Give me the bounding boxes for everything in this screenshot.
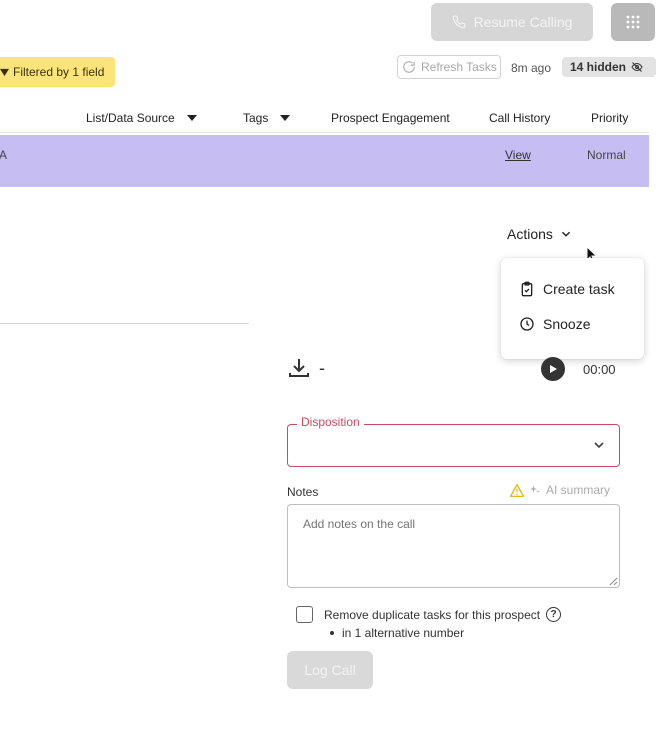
actions-label: Actions: [507, 226, 553, 242]
ai-summary-label: AI summary: [546, 483, 611, 497]
bullet-dot: [330, 631, 334, 635]
download-icon: [289, 359, 309, 377]
actions-menu: Create task Snooze: [501, 258, 644, 359]
column-header-label: Tags: [243, 111, 269, 125]
column-header-tags[interactable]: Tags: [243, 111, 291, 125]
menu-item-label: Snooze: [543, 316, 591, 332]
clock-icon: [520, 317, 534, 331]
remove-duplicates-label-row: Remove duplicate tasks for this prospect…: [324, 607, 562, 622]
resize-handle-icon[interactable]: [608, 576, 618, 586]
phone-icon: [452, 15, 465, 29]
header-divider: [0, 132, 649, 133]
remove-duplicates-label: Remove duplicate tasks for this prospect: [324, 607, 541, 622]
refresh-icon: [403, 61, 415, 73]
remove-duplicates-checkbox[interactable]: [296, 606, 313, 623]
column-header-prospect-engagement[interactable]: Prospect Engagement: [331, 111, 450, 125]
clipboard-check-icon: [521, 281, 533, 297]
log-call-label: Log Call: [304, 662, 356, 678]
alt-number-note: in 1 alternative number: [330, 626, 464, 640]
row-cell-partial: A: [0, 148, 8, 162]
menu-item-snooze[interactable]: Snooze: [519, 316, 590, 332]
dialpad-button[interactable]: [611, 3, 655, 41]
resume-calling-label: Resume Calling: [473, 14, 573, 30]
alt-number-text: in 1 alternative number: [342, 626, 465, 640]
ai-summary-control[interactable]: AI summary: [510, 483, 610, 497]
play-button[interactable]: [541, 357, 565, 381]
column-header-call-history[interactable]: Call History: [489, 111, 550, 125]
help-icon[interactable]: ?: [546, 607, 562, 622]
table-row[interactable]: [0, 135, 649, 187]
refresh-time: 8m ago: [511, 61, 552, 75]
sparkle-icon: [530, 485, 540, 493]
refresh-tasks-button[interactable]: Refresh Tasks: [397, 55, 501, 79]
eye-off-icon: [631, 62, 643, 72]
column-header-list-source[interactable]: List/Data Source: [86, 111, 197, 125]
warning-icon: [510, 483, 524, 497]
column-header-label: Prospect Engagement: [331, 111, 450, 125]
filter-badge[interactable]: Filtered by 1 field: [0, 57, 115, 87]
play-icon: [550, 365, 557, 373]
actions-dropdown[interactable]: Actions: [507, 226, 573, 242]
column-header-priority[interactable]: Priority: [591, 111, 628, 125]
filter-icon: [0, 68, 9, 76]
call-history-view-link[interactable]: View: [505, 148, 531, 162]
refresh-tasks-label: Refresh Tasks: [421, 60, 497, 74]
hidden-count: 14 hidden: [570, 60, 627, 74]
menu-item-label: Create task: [543, 281, 615, 297]
recording-placeholder: -: [319, 357, 325, 378]
notes-label: Notes: [287, 485, 319, 499]
recording-time: 00:00: [583, 362, 616, 377]
chevron-down-icon[interactable]: [591, 437, 607, 453]
column-header-label: Priority: [591, 111, 629, 125]
notes-textarea[interactable]: [287, 504, 620, 588]
recording-download[interactable]: -: [287, 356, 325, 380]
sort-caret-icon[interactable]: [186, 115, 197, 121]
column-header-label: List/Data Source: [86, 111, 175, 125]
dialpad-icon: [626, 15, 640, 29]
disposition-label: Disposition: [297, 415, 364, 429]
resume-calling-button[interactable]: Resume Calling: [431, 3, 593, 41]
column-header-label: Call History: [489, 111, 551, 125]
sort-caret-icon[interactable]: [280, 115, 291, 121]
disposition-select[interactable]: [287, 424, 620, 467]
chevron-down-icon: [561, 231, 570, 237]
log-call-button[interactable]: Log Call: [287, 651, 373, 689]
priority-value: Normal: [587, 148, 626, 162]
section-divider: [0, 323, 249, 324]
hidden-columns-badge[interactable]: 14 hidden: [562, 57, 656, 77]
filter-label: Filtered by 1 field: [13, 65, 105, 79]
menu-item-create-task[interactable]: Create task: [519, 281, 615, 297]
